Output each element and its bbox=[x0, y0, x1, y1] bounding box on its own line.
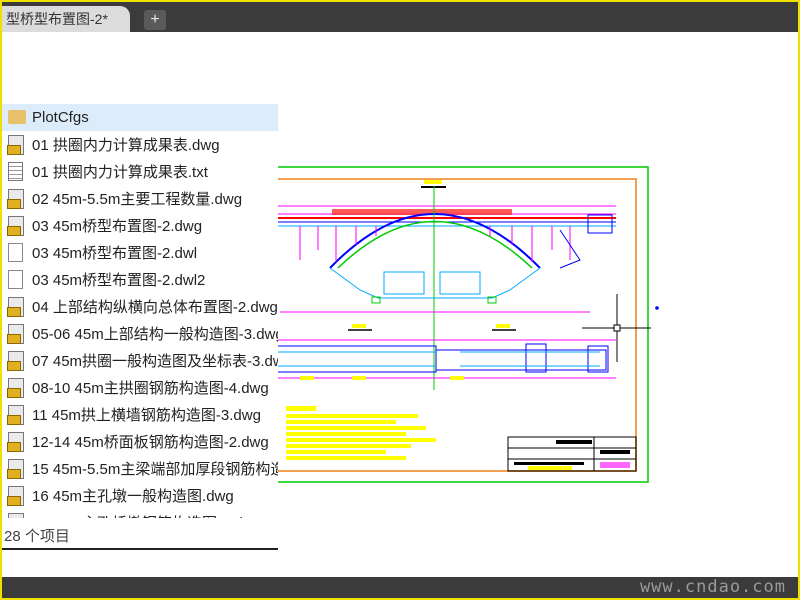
list-item[interactable]: 17 45m主孔桥墩钢筋构造图-3.dwg bbox=[2, 509, 278, 518]
list-item[interactable]: PlotCfgs bbox=[2, 104, 278, 131]
list-item[interactable]: 05-06 45m上部结构一般构造图-3.dwg bbox=[2, 320, 278, 347]
file-name: 03 45m桥型布置图-2.dwl2 bbox=[32, 272, 206, 289]
file-name: 03 45m桥型布置图-2.dwg bbox=[32, 218, 203, 235]
dwg-file-icon bbox=[7, 458, 26, 479]
list-item[interactable]: 11 45m拱上横墙钢筋构造图-3.dwg bbox=[2, 401, 278, 428]
folder-icon bbox=[8, 108, 26, 128]
dwg-file-icon bbox=[7, 404, 26, 425]
list-item[interactable]: 02 45m-5.5m主要工程数量.dwg bbox=[2, 185, 278, 212]
dwg-file-icon bbox=[7, 296, 26, 317]
file-name: 08-10 45m主拱圈钢筋构造图-4.dwg bbox=[32, 380, 269, 397]
list-item[interactable]: 03 45m桥型布置图-2.dwg bbox=[2, 212, 278, 239]
dwg-file-icon bbox=[7, 377, 26, 398]
list-item[interactable]: 03 45m桥型布置图-2.dwl bbox=[2, 239, 278, 266]
file-name: 05-06 45m上部结构一般构造图-3.dwg bbox=[32, 326, 278, 343]
file-name: 16 45m主孔墩一般构造图.dwg bbox=[32, 488, 234, 505]
file-name: 01 拱圈内力计算成果表.txt bbox=[32, 164, 208, 181]
file-name: 02 45m-5.5m主要工程数量.dwg bbox=[32, 191, 243, 208]
list-item[interactable]: 03 45m桥型布置图-2.dwl2 bbox=[2, 266, 278, 293]
item-count: 28 个项目 bbox=[4, 528, 70, 545]
file-name: 11 45m拱上横墙钢筋构造图-3.dwg bbox=[32, 407, 261, 424]
dwg-file-icon bbox=[7, 323, 26, 344]
list-item[interactable]: 04 上部结构纵横向总体布置图-2.dwg bbox=[2, 293, 278, 320]
file-name: 15 45m-5.5m主梁端部加厚段钢筋构造图.dwg bbox=[32, 461, 278, 478]
file-name: 17 45m主孔桥墩钢筋构造图-3.dwg bbox=[32, 512, 262, 518]
file-list-panel: PlotCfgs 01 拱圈内力计算成果表.dwg 01 拱圈内力计算成果表.txt… bbox=[2, 104, 278, 552]
file-name: 03 45m桥型布置图-2.dwl bbox=[32, 245, 198, 262]
dwg-file-icon bbox=[8, 512, 26, 518]
dwg-file-icon bbox=[7, 485, 26, 506]
file-name: 07 45m拱圈一般构造图及坐标表-3.dwg bbox=[32, 353, 278, 370]
file-icon bbox=[8, 269, 26, 290]
list-item[interactable]: 01 拱圈内力计算成果表.dwg bbox=[2, 131, 278, 158]
list-item[interactable]: 16 45m主孔墩一般构造图.dwg bbox=[2, 482, 278, 509]
list-item[interactable]: 08-10 45m主拱圈钢筋构造图-4.dwg bbox=[2, 374, 278, 401]
file-name: PlotCfgs bbox=[32, 109, 89, 126]
dwg-file-icon bbox=[7, 188, 26, 209]
list-item[interactable]: 15 45m-5.5m主梁端部加厚段钢筋构造图.dwg bbox=[2, 455, 278, 482]
text-file-icon bbox=[8, 161, 26, 182]
dwg-file-icon bbox=[7, 350, 26, 371]
status-bar: 28 个项目 bbox=[2, 524, 278, 550]
dwg-file-icon bbox=[7, 431, 26, 452]
file-list[interactable]: PlotCfgs 01 拱圈内力计算成果表.dwg 01 拱圈内力计算成果表.txt… bbox=[2, 104, 278, 518]
file-name: 12-14 45m桥面板钢筋构造图-2.dwg bbox=[32, 434, 269, 451]
file-icon bbox=[8, 242, 26, 263]
file-name: 01 拱圈内力计算成果表.dwg bbox=[32, 137, 220, 154]
list-item[interactable]: 12-14 45m桥面板钢筋构造图-2.dwg bbox=[2, 428, 278, 455]
dwg-file-icon bbox=[7, 215, 26, 236]
dwg-file-icon bbox=[7, 134, 26, 155]
list-item[interactable]: 07 45m拱圈一般构造图及坐标表-3.dwg bbox=[2, 347, 278, 374]
file-name: 04 上部结构纵横向总体布置图-2.dwg bbox=[32, 299, 278, 316]
list-item[interactable]: 01 拱圈内力计算成果表.txt bbox=[2, 158, 278, 185]
